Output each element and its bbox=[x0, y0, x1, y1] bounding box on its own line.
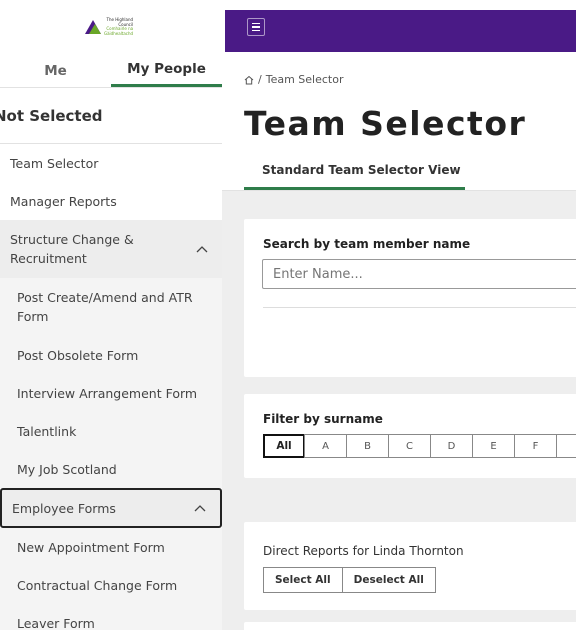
search-input[interactable] bbox=[262, 259, 576, 289]
breadcrumb: / Team Selector bbox=[244, 73, 343, 86]
sidebar-item-label: Manager Reports bbox=[10, 193, 117, 209]
sidebar-item-label: Talentlink bbox=[17, 423, 77, 439]
sidebar-item-label: Post Obsolete Form bbox=[17, 347, 139, 363]
sidebar-item-interview-arrangement[interactable]: Interview Arrangement Form bbox=[0, 374, 222, 412]
search-card: Search by team member name bbox=[244, 219, 576, 377]
tab-my-people[interactable]: My People bbox=[111, 54, 222, 87]
highland-council-logo: The Highland Council Comhairle na Gàidhe… bbox=[84, 12, 138, 42]
page-title: Team Selector bbox=[244, 104, 527, 143]
filter-letter-a[interactable]: A bbox=[304, 434, 347, 458]
sidebar-item-leaver-form[interactable]: Leaver Form bbox=[0, 604, 222, 630]
chevron-up-icon bbox=[194, 505, 206, 512]
filter-letter-all[interactable]: All bbox=[263, 434, 305, 458]
logo-area: The Highland Council Comhairle na Gàidhe… bbox=[0, 0, 222, 54]
sidebar-tabs: Me My People bbox=[0, 54, 222, 88]
direct-reports-label: Direct Reports for Linda Thornton bbox=[263, 544, 464, 558]
sidebar-item-label: Post Create/Amend and ATR Form bbox=[17, 290, 193, 324]
hamburger-icon-line bbox=[252, 29, 260, 32]
sidebar-item-team-selector[interactable]: Team Selector bbox=[0, 144, 222, 182]
sidebar-item-manager-reports[interactable]: Manager Reports bbox=[0, 182, 222, 220]
filter-letter-g[interactable] bbox=[556, 434, 576, 458]
sidebar-item-my-job-scotland[interactable]: My Job Scotland bbox=[0, 450, 222, 488]
logo-wordmark: The Highland Council Comhairle na Gàidhe… bbox=[104, 17, 134, 36]
sidebar-item-label: Contractual Change Form bbox=[17, 577, 178, 593]
chevron-up-icon bbox=[196, 246, 208, 253]
filter-label: Filter by surname bbox=[263, 412, 383, 426]
sidebar-item-label: My Job Scotland bbox=[17, 461, 117, 477]
filter-letter-e[interactable]: E bbox=[472, 434, 515, 458]
sidebar-item-label: Interview Arrangement Form bbox=[17, 385, 198, 401]
selection-status: Not Selected bbox=[0, 88, 222, 144]
selection-button-group: Select All Deselect All bbox=[263, 567, 436, 593]
search-label: Search by team member name bbox=[263, 237, 471, 251]
filter-letter-c[interactable]: C bbox=[388, 434, 431, 458]
sidebar-item-label: Team Selector bbox=[10, 155, 99, 171]
sidebar-nav: Team Selector Manager Reports Structure … bbox=[0, 144, 222, 630]
sidebar-group-employee-forms[interactable]: Employee Forms bbox=[0, 488, 222, 528]
hamburger-icon-line bbox=[252, 26, 260, 28]
breadcrumb-current: Team Selector bbox=[265, 73, 344, 86]
sidebar-item-label: Leaver Form bbox=[17, 615, 95, 630]
sidebar-item-label: New Appointment Form bbox=[17, 539, 165, 555]
top-bar bbox=[225, 10, 576, 52]
logo-mark-icon bbox=[85, 20, 101, 34]
filter-letter-d[interactable]: D bbox=[430, 434, 473, 458]
tab-standard-team-selector-view[interactable]: Standard Team Selector View bbox=[244, 156, 465, 190]
sidebar-item-label: Employee Forms bbox=[12, 500, 116, 516]
sidebar-item-new-appointment[interactable]: New Appointment Form bbox=[0, 528, 222, 566]
deselect-all-button[interactable]: Deselect All bbox=[341, 567, 436, 593]
sidebar-item-label: Structure Change & Recruitment bbox=[10, 232, 134, 266]
surname-filter: All A B C D E F bbox=[263, 434, 576, 458]
team-list-card bbox=[244, 622, 576, 630]
tab-me[interactable]: Me bbox=[0, 54, 111, 87]
sidebar-item-contractual-change[interactable]: Contractual Change Form bbox=[0, 566, 222, 604]
main-content: / Team Selector Team Selector Standard T… bbox=[222, 0, 576, 630]
sidebar: The Highland Council Comhairle na Gàidhe… bbox=[0, 0, 222, 630]
direct-reports-card: Direct Reports for Linda Thornton Select… bbox=[244, 522, 576, 610]
menu-toggle-button[interactable] bbox=[247, 18, 265, 36]
card-divider bbox=[263, 307, 576, 308]
sidebar-item-post-create[interactable]: Post Create/Amend and ATR Form bbox=[0, 278, 222, 336]
sidebar-item-post-obsolete[interactable]: Post Obsolete Form bbox=[0, 336, 222, 374]
select-all-button[interactable]: Select All bbox=[263, 567, 343, 593]
filter-letter-b[interactable]: B bbox=[346, 434, 389, 458]
filter-letter-f[interactable]: F bbox=[514, 434, 557, 458]
sidebar-group-structure-change[interactable]: Structure Change & Recruitment bbox=[0, 220, 222, 278]
logo-line: Gàidhealtachd bbox=[104, 30, 134, 36]
breadcrumb-separator: / bbox=[258, 73, 262, 86]
home-icon[interactable] bbox=[244, 75, 254, 85]
filter-card: Filter by surname All A B C D E F bbox=[244, 394, 576, 478]
sidebar-item-talentlink[interactable]: Talentlink bbox=[0, 412, 222, 450]
hamburger-icon-line bbox=[252, 22, 260, 25]
